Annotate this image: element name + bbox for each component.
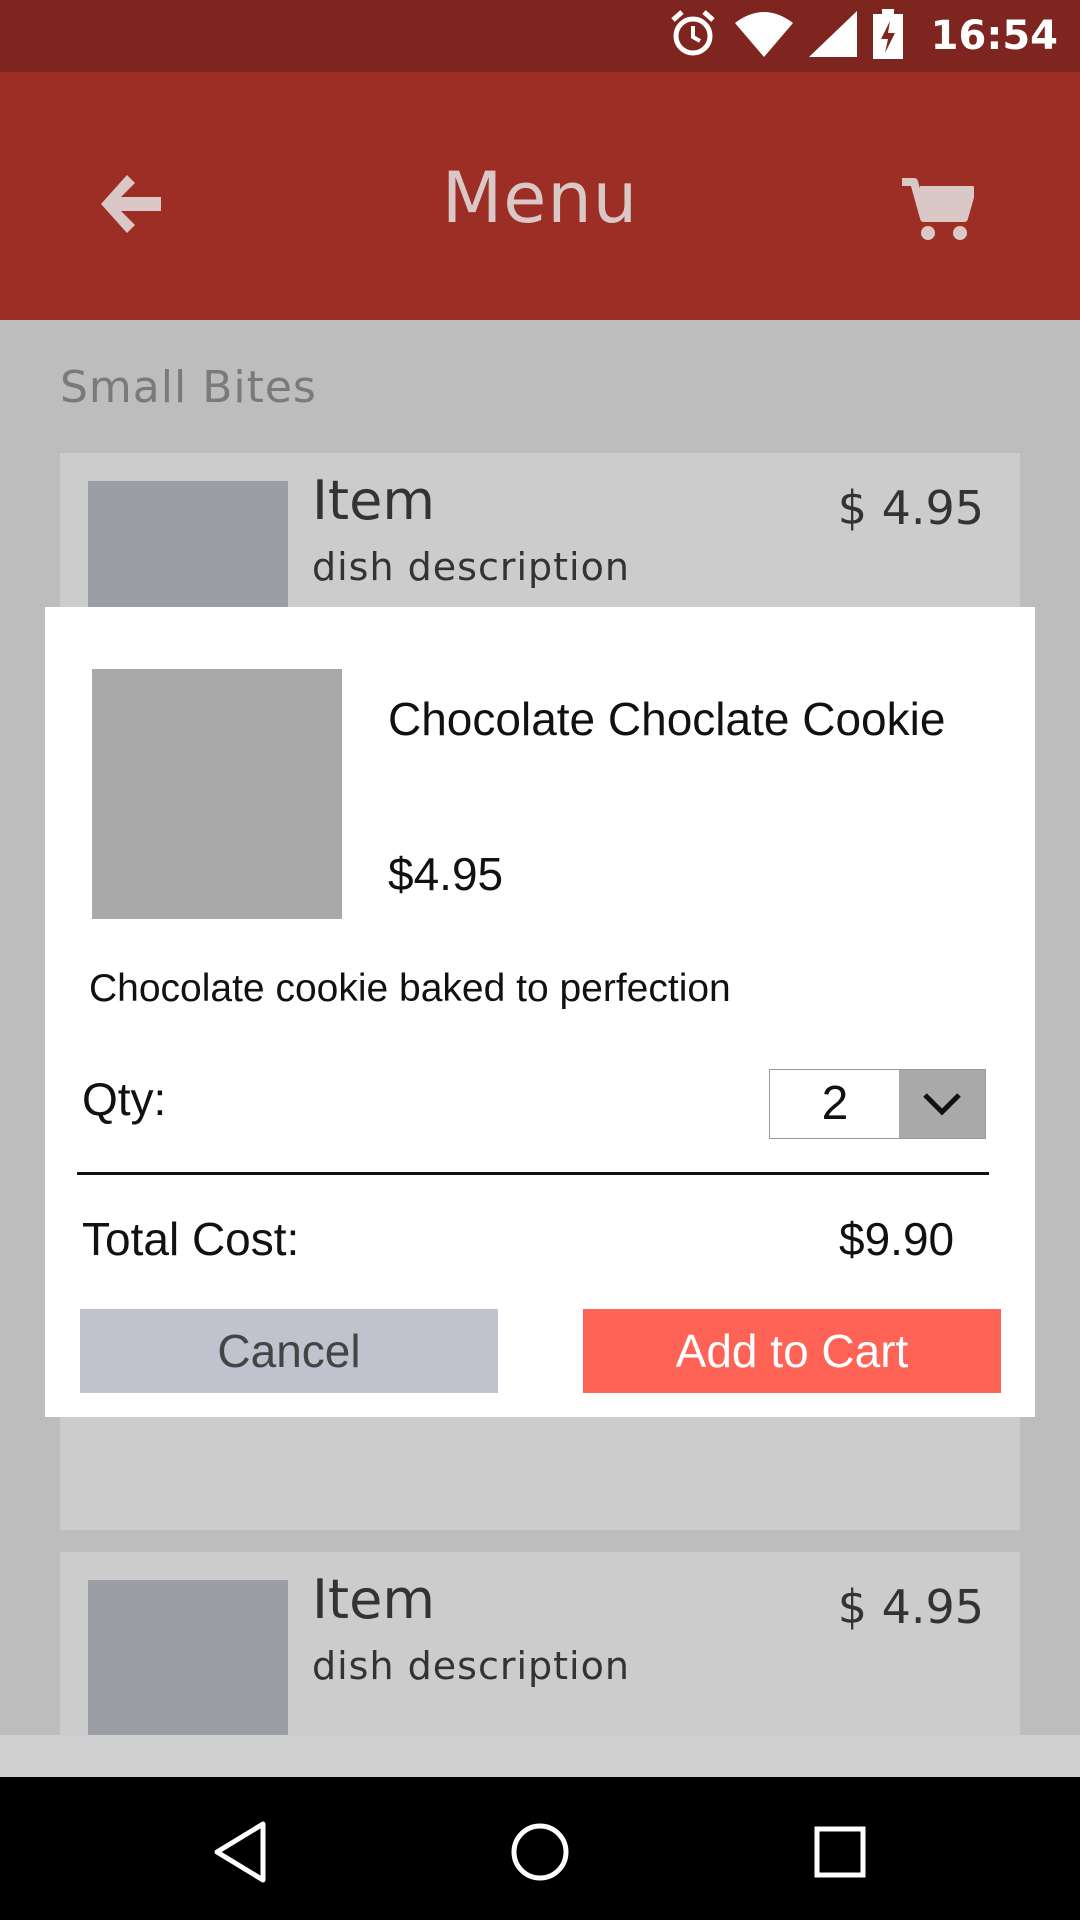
signal-icon <box>808 11 857 61</box>
menu-item-card[interactable]: Item dish description $ 4.95 <box>60 1552 1020 1752</box>
battery-charging-icon <box>872 9 903 63</box>
qty-label: Qty: <box>82 1073 167 1125</box>
status-bar: 16:54 <box>0 0 1080 72</box>
menu-item-price: $ 4.95 <box>837 1580 984 1634</box>
cancel-button[interactable]: Cancel <box>80 1309 498 1393</box>
qty-dropdown[interactable]: 2 <box>769 1069 986 1139</box>
status-icons: 16:54 <box>667 8 1058 64</box>
menu-item-name: Item <box>312 1568 435 1631</box>
nav-recents-button[interactable] <box>795 1807 885 1897</box>
chevron-down-icon <box>923 1093 961 1116</box>
recents-square-icon <box>814 1826 866 1878</box>
home-circle-icon <box>511 1823 569 1881</box>
dialog-item-name: Chocolate Choclate Cookie <box>388 693 946 745</box>
cart-button[interactable] <box>898 170 978 250</box>
qty-dropdown-arrow[interactable] <box>899 1070 985 1138</box>
status-time: 16:54 <box>930 13 1058 59</box>
alarm-icon <box>667 8 719 64</box>
dialog-item-price: $4.95 <box>388 848 504 900</box>
nav-home-button[interactable] <box>495 1807 585 1897</box>
bottom-strip <box>0 1735 1080 1777</box>
item-image <box>92 669 342 919</box>
wifi-icon <box>734 11 793 61</box>
menu-item-price: $ 4.95 <box>837 481 984 535</box>
dialog-item-description: Chocolate cookie baked to perfection <box>89 967 731 1010</box>
nav-back-button[interactable] <box>196 1807 286 1897</box>
menu-item-thumbnail <box>88 1580 288 1752</box>
section-title: Small Bites <box>60 362 317 413</box>
divider <box>77 1172 989 1175</box>
cart-icon <box>902 178 974 240</box>
total-cost-value: $9.90 <box>839 1213 955 1265</box>
add-to-cart-button[interactable]: Add to Cart <box>583 1309 1001 1393</box>
menu-item-name: Item <box>312 469 435 532</box>
app-bar: Menu <box>0 72 1080 320</box>
add-item-dialog: Chocolate Choclate Cookie $4.95 Chocolat… <box>45 607 1035 1417</box>
back-triangle-icon <box>214 1821 266 1883</box>
menu-item-description: dish description <box>312 1644 630 1688</box>
menu-item-description: dish description <box>312 545 630 589</box>
navigation-bar <box>0 1777 1080 1920</box>
qty-value: 2 <box>821 1077 849 1130</box>
total-cost-label: Total Cost: <box>82 1213 300 1265</box>
